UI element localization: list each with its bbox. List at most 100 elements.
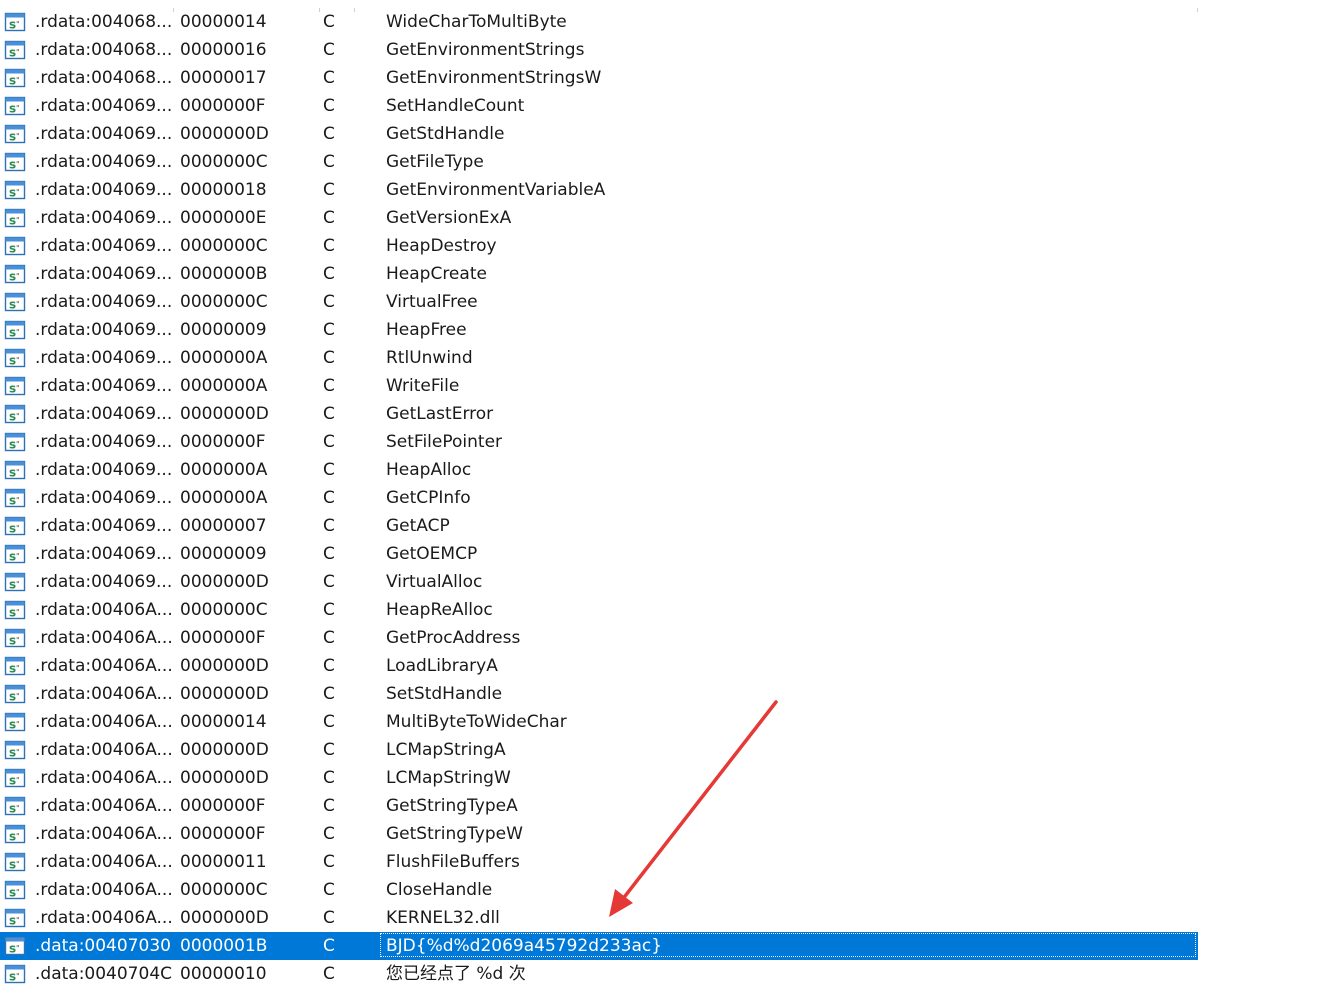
type-cell: C bbox=[323, 292, 335, 312]
svg-text:": " bbox=[16, 832, 20, 841]
address-cell: .rdata:00406A... bbox=[35, 768, 173, 788]
length-cell: 00000017 bbox=[180, 68, 267, 88]
table-row[interactable]: s " .rdata:004069... 0000000A C WriteFile bbox=[0, 372, 1198, 400]
table-row[interactable]: s " .rdata:00406A... 0000000F C GetProcAddr… bbox=[0, 624, 1198, 652]
string-item-icon: s " bbox=[4, 320, 26, 340]
string-item-icon: s " bbox=[4, 68, 26, 88]
svg-text:": " bbox=[16, 328, 20, 337]
type-cell: C bbox=[323, 656, 335, 676]
table-row[interactable]: s " .rdata:004069... 0000000C C GetFileType bbox=[0, 148, 1198, 176]
svg-text:": " bbox=[16, 48, 20, 57]
table-row[interactable]: s " .rdata:004069... 0000000D C GetStdHandl… bbox=[0, 120, 1198, 148]
table-row[interactable]: s " .rdata:00406A... 0000000F C GetStringTy… bbox=[0, 820, 1198, 848]
table-row[interactable]: s " .rdata:004069... 0000000F C SetFilePoin… bbox=[0, 428, 1198, 456]
length-cell: 0000000A bbox=[180, 348, 268, 368]
length-cell: 0000000A bbox=[180, 460, 268, 480]
svg-text:": " bbox=[16, 76, 20, 85]
address-cell: .rdata:004069... bbox=[35, 460, 173, 480]
table-row[interactable]: s " .rdata:00406A... 00000014 C MultiByteTo… bbox=[0, 708, 1198, 736]
string-cell: GetVersionExA bbox=[386, 208, 512, 228]
string-cell: SetFilePointer bbox=[386, 432, 503, 452]
table-row[interactable]: s " .rdata:004069... 0000000F C SetHandleCo… bbox=[0, 92, 1198, 120]
svg-text:": " bbox=[16, 496, 20, 505]
table-row[interactable]: s " .rdata:00406A... 0000000D C LCMapString… bbox=[0, 764, 1198, 792]
type-cell: C bbox=[323, 348, 335, 368]
table-row[interactable]: s " .rdata:004069... 0000000E C GetVersionE… bbox=[0, 204, 1198, 232]
type-cell: C bbox=[323, 880, 335, 900]
address-cell: .rdata:00406A... bbox=[35, 740, 173, 760]
length-cell: 0000001B bbox=[180, 936, 268, 956]
svg-text:": " bbox=[16, 804, 20, 813]
table-row[interactable]: s " .rdata:004069... 0000000A C RtlUnwind bbox=[0, 344, 1198, 372]
address-cell: .rdata:00406A... bbox=[35, 656, 173, 676]
table-row[interactable]: s " .rdata:004069... 00000009 C HeapFree bbox=[0, 316, 1198, 344]
table-row[interactable]: s " .rdata:00406A... 00000011 C FlushFileBu… bbox=[0, 848, 1198, 876]
string-item-icon: s " bbox=[4, 656, 26, 676]
address-cell: .rdata:00406A... bbox=[35, 824, 173, 844]
string-cell: GetLastError bbox=[386, 404, 494, 424]
address-cell: .rdata:00406A... bbox=[35, 712, 173, 732]
table-row[interactable]: s " .rdata:00406A... 0000000C C HeapReAlloc bbox=[0, 596, 1198, 624]
length-cell: 0000000B bbox=[180, 264, 268, 284]
length-cell: 0000000F bbox=[180, 628, 266, 648]
table-row[interactable]: s " .rdata:004069... 0000000A C HeapAlloc bbox=[0, 456, 1198, 484]
string-item-icon: s " bbox=[4, 768, 26, 788]
string-cell: GetProcAddress bbox=[386, 628, 521, 648]
type-cell: C bbox=[323, 964, 335, 984]
table-row[interactable]: s " .rdata:004069... 0000000D C GetLastErro… bbox=[0, 400, 1198, 428]
table-row[interactable]: s " .rdata:004069... 00000007 C GetACP bbox=[0, 512, 1198, 540]
string-item-icon: s " bbox=[4, 348, 26, 368]
table-row[interactable]: s " .rdata:004069... 00000009 C GetOEMCP bbox=[0, 540, 1198, 568]
svg-text:": " bbox=[16, 692, 20, 701]
address-cell: .rdata:004069... bbox=[35, 292, 173, 312]
string-item-icon: s " bbox=[4, 628, 26, 648]
string-cell: VirtualAlloc bbox=[386, 572, 483, 592]
type-cell: C bbox=[323, 768, 335, 788]
svg-text:": " bbox=[16, 356, 20, 365]
type-cell: C bbox=[323, 236, 335, 256]
length-cell: 0000000C bbox=[180, 600, 268, 620]
table-row[interactable]: s " .rdata:00406A... 0000000F C GetStringTy… bbox=[0, 792, 1198, 820]
type-cell: C bbox=[323, 320, 335, 340]
table-row[interactable]: s " .rdata:004068... 00000017 C GetEnvironm… bbox=[0, 64, 1198, 92]
svg-text:": " bbox=[16, 216, 20, 225]
table-row[interactable]: s " .rdata:004069... 0000000C C VirtualFree bbox=[0, 288, 1198, 316]
string-cell: VirtualFree bbox=[386, 292, 478, 312]
table-row-selected[interactable]: s " .data:00407030 0000001B C BJD{%d%d2069a… bbox=[0, 932, 1198, 960]
address-cell: .rdata:004069... bbox=[35, 432, 173, 452]
table-row[interactable]: s " .rdata:00406A... 0000000D C SetStdHandl… bbox=[0, 680, 1198, 708]
table-row[interactable]: s " .rdata:004069... 0000000B C HeapCreate bbox=[0, 260, 1198, 288]
string-cell: GetEnvironmentVariableA bbox=[386, 180, 606, 200]
string-item-icon: s " bbox=[4, 964, 26, 984]
length-cell: 00000018 bbox=[180, 180, 267, 200]
string-cell: GetStringTypeW bbox=[386, 824, 523, 844]
string-cell: SetStdHandle bbox=[386, 684, 503, 704]
table-row[interactable]: s " .rdata:004069... 0000000D C VirtualAllo… bbox=[0, 568, 1198, 596]
length-cell: 0000000C bbox=[180, 880, 268, 900]
table-row[interactable]: s " .rdata:00406A... 0000000D C LoadLibrary… bbox=[0, 652, 1198, 680]
table-row[interactable]: s " .rdata:00406A... 0000000C C CloseHandle bbox=[0, 876, 1198, 904]
svg-text:": " bbox=[16, 384, 20, 393]
table-row[interactable]: s " .rdata:004068... 00000014 C WideCharToM… bbox=[0, 8, 1198, 36]
svg-text:": " bbox=[16, 20, 20, 29]
type-cell: C bbox=[323, 208, 335, 228]
address-cell: .rdata:00406A... bbox=[35, 600, 173, 620]
string-cell: GetOEMCP bbox=[386, 544, 478, 564]
table-row[interactable]: s " .rdata:004068... 00000016 C GetEnvironm… bbox=[0, 36, 1198, 64]
table-row[interactable]: s " .rdata:004069... 00000018 C GetEnvironm… bbox=[0, 176, 1198, 204]
length-cell: 0000000D bbox=[180, 404, 269, 424]
string-item-icon: s " bbox=[4, 516, 26, 536]
table-row[interactable]: s " .rdata:00406A... 0000000D C LCMapString… bbox=[0, 736, 1198, 764]
length-cell: 0000000D bbox=[180, 908, 269, 928]
address-cell: .rdata:004069... bbox=[35, 348, 173, 368]
string-item-icon: s " bbox=[4, 796, 26, 816]
table-row[interactable]: s " .rdata:004069... 0000000A C GetCPInfo bbox=[0, 484, 1198, 512]
svg-text:": " bbox=[16, 916, 20, 925]
length-cell: 0000000D bbox=[180, 684, 269, 704]
string-cell: KERNEL32.dll bbox=[386, 908, 500, 928]
table-row[interactable]: s " .rdata:004069... 0000000C C HeapDestroy bbox=[0, 232, 1198, 260]
table-row[interactable]: s " .data:0040704C 00000010 C 您已经点了 %d 次 bbox=[0, 960, 1198, 988]
table-row[interactable]: s " .rdata:00406A... 0000000D C KERNEL32.dl… bbox=[0, 904, 1198, 932]
svg-text:": " bbox=[16, 272, 20, 281]
svg-text:": " bbox=[16, 860, 20, 869]
